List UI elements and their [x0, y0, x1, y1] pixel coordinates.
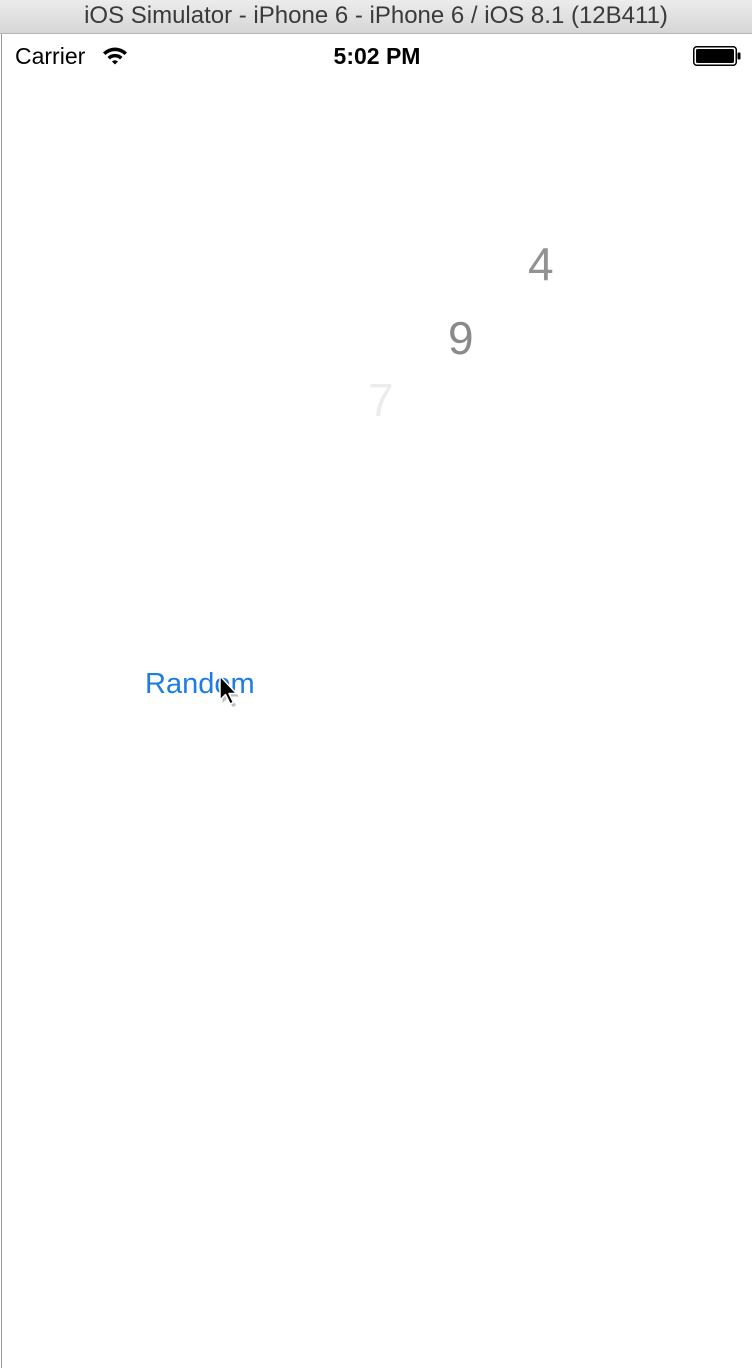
status-bar: Carrier 5:02 PM [2, 34, 752, 76]
number-label-1: 4 [528, 238, 554, 290]
number-label-3: 7 [368, 374, 394, 426]
number-label-2: 9 [448, 312, 474, 364]
mouse-pointer-icon [219, 675, 239, 707]
phone-screen: Carrier 5:02 PM 4 9 7 Random [1, 34, 752, 1368]
simulator-window: iOS Simulator - iPhone 6 - iPhone 6 / iO… [0, 0, 752, 1368]
window-title: iOS Simulator - iPhone 6 - iPhone 6 / iO… [0, 0, 752, 34]
battery-icon [693, 46, 741, 66]
status-time: 5:02 PM [333, 43, 421, 69]
